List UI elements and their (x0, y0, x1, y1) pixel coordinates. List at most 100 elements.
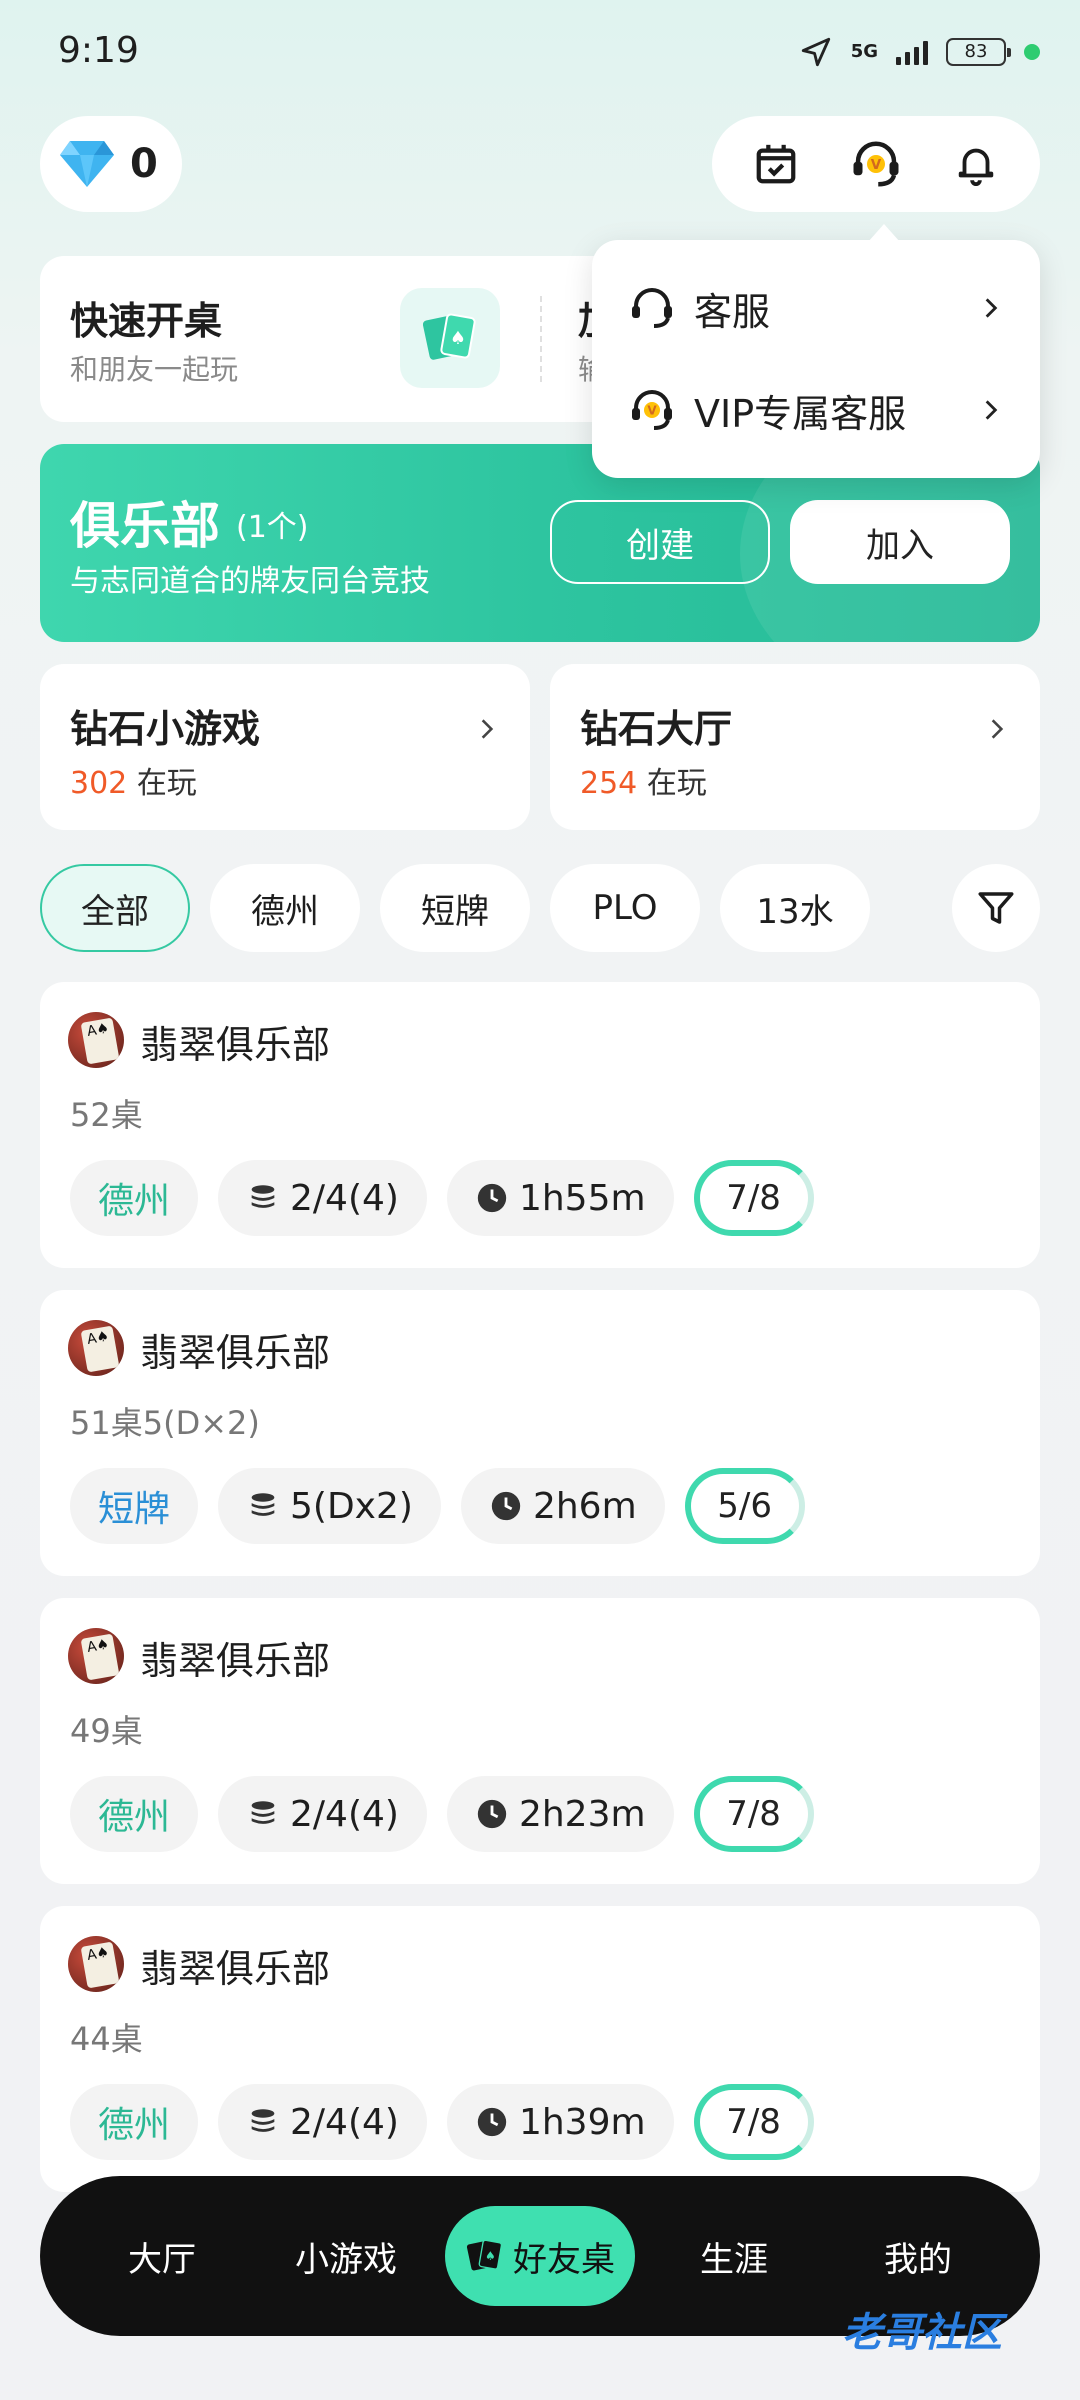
chips-stack-icon (251, 1801, 275, 1824)
table-card[interactable]: 翡翠俱乐部 49桌 德州 2/4(4) 2h23m 7/8 (40, 1598, 1040, 1884)
diamond-lobby-card[interactable]: 钻石大厅 254 在玩 (550, 664, 1040, 830)
quick-create-title[interactable]: 快速开桌 (70, 290, 222, 345)
club-name: 翡翠俱乐部 (140, 1639, 331, 1683)
seats-indicator: 7/8 (693, 1776, 814, 1852)
filter-short-deck[interactable]: 短牌 (380, 864, 530, 952)
calendar-button[interactable] (746, 134, 806, 194)
watermark-logo: 老哥社区 (842, 2310, 1002, 2356)
table-card[interactable]: 翡翠俱乐部 52桌 德州 2/4(4) 1h55m 7/8 (40, 982, 1040, 1268)
svg-text:V: V (647, 404, 657, 418)
vip-service-label: VIP专属客服 (694, 391, 907, 436)
svg-text:V: V (871, 157, 882, 173)
chips-stack-icon (251, 1185, 275, 1208)
game-type-tag: 德州 (70, 1160, 199, 1236)
location-arrow-icon (801, 37, 830, 67)
network-label: 5G (850, 41, 878, 62)
nav-minigames[interactable]: 小游戏 (261, 2232, 431, 2281)
card-players: 302 在玩 (70, 766, 197, 801)
headset-icon (632, 288, 672, 328)
diamond-icon (60, 141, 114, 187)
cards-icon: ♠ (466, 2239, 503, 2271)
table-card[interactable]: 翡翠俱乐部 51桌5(D×2) 短牌 5(Dx2) 2h6m 5/6 (40, 1290, 1040, 1576)
filter-all[interactable]: 全部 (40, 864, 190, 952)
filter-plo[interactable]: PLO (550, 864, 700, 952)
club-avatar (68, 1320, 124, 1376)
chips-stack-icon (251, 1493, 275, 1516)
battery-icon: 83 (946, 38, 1011, 66)
duration-tag: 1h55m (446, 1160, 674, 1236)
club-avatar (68, 1012, 124, 1068)
chevron-right-icon (985, 400, 998, 420)
status-time: 9:19 (58, 30, 139, 71)
chips-stack-icon (251, 2109, 275, 2132)
svg-text:♠: ♠ (450, 328, 466, 349)
game-type-tag: 短牌 (70, 1468, 199, 1544)
customer-service-label: 客服 (694, 289, 771, 334)
table-name: 52桌 (70, 1096, 143, 1134)
filter-button[interactable] (952, 864, 1040, 952)
table-name: 51桌5(D×2) (70, 1404, 260, 1442)
svg-text:♠: ♠ (485, 2249, 496, 2263)
notifications-button[interactable] (946, 134, 1006, 194)
club-name: 翡翠俱乐部 (140, 1331, 331, 1375)
nav-friend-tables[interactable]: ♠ 好友桌 (445, 2206, 635, 2306)
table-tags: 短牌 5(Dx2) 2h6m 5/6 (70, 1468, 805, 1544)
nav-career[interactable]: 生涯 (649, 2232, 819, 2281)
bell-icon (958, 148, 994, 187)
table-tags: 德州 2/4(4) 2h23m 7/8 (70, 1776, 814, 1852)
vip-service-item[interactable]: V VIP专属客服 (592, 360, 1040, 460)
join-club-button[interactable]: 加入 (790, 500, 1010, 584)
club-name: 翡翠俱乐部 (140, 1947, 331, 1991)
diamond-minigames-card[interactable]: 钻石小游戏 302 在玩 (40, 664, 530, 830)
quick-create-subtitle: 和朋友一起玩 (70, 353, 239, 386)
header-actions: V (712, 116, 1040, 212)
headset-vip-icon: V (853, 141, 899, 187)
clock-icon (477, 2107, 507, 2137)
game-type-tag: 德州 (70, 2084, 199, 2160)
duration-tag: 1h39m (446, 2084, 674, 2160)
clock-icon (477, 1183, 507, 1213)
clock-icon (491, 1491, 521, 1521)
signal-bars-icon (896, 39, 928, 65)
duration-tag: 2h6m (460, 1468, 665, 1544)
headset-vip-icon: V (632, 390, 672, 430)
table-name: 44桌 (70, 2020, 143, 2058)
table-card[interactable]: 翡翠俱乐部 44桌 德州 2/4(4) 1h39m 7/8 (40, 1906, 1040, 2192)
blinds-tag: 5(Dx2) (218, 1468, 441, 1544)
table-name: 49桌 (70, 1712, 143, 1750)
card-players: 254 在玩 (580, 766, 707, 801)
card-title: 钻石小游戏 (70, 707, 261, 751)
table-tags: 德州 2/4(4) 1h55m 7/8 (70, 1160, 814, 1236)
status-icons: 5G 83 (799, 30, 1040, 74)
club-title: 俱乐部 (70, 497, 220, 555)
nav-friend-tables-label: 好友桌 (513, 2239, 615, 2280)
game-type-filters: 全部 德州 短牌 PLO 13水 (40, 864, 870, 952)
blinds-tag: 2/4(4) (218, 1160, 427, 1236)
calendar-check-icon (756, 144, 796, 184)
filter-13-water[interactable]: 13水 (720, 864, 870, 952)
club-avatar (68, 1936, 124, 1992)
seats-indicator: 5/6 (684, 1468, 805, 1544)
game-type-tag: 德州 (70, 1776, 199, 1852)
divider (540, 296, 542, 382)
chevron-right-icon (985, 298, 998, 318)
nav-me[interactable]: 我的 (833, 2232, 1003, 2281)
filter-texas[interactable]: 德州 (210, 864, 360, 952)
club-avatar (68, 1628, 124, 1684)
seats-indicator: 7/8 (693, 1160, 814, 1236)
blinds-tag: 2/4(4) (218, 1776, 427, 1852)
chevron-right-icon (481, 719, 494, 739)
card-title: 钻石大厅 (580, 707, 733, 751)
club-subtitle: 与志同道合的牌友同台竞技 (70, 564, 430, 599)
chevron-right-icon (991, 719, 1004, 739)
diamond-count: 0 (130, 141, 158, 187)
diamond-balance[interactable]: 0 (40, 116, 182, 212)
create-club-button[interactable]: 创建 (550, 500, 770, 584)
quick-create-button[interactable]: ♠ (400, 288, 500, 388)
customer-service-item[interactable]: 客服 (592, 258, 1040, 358)
club-count: (1个) (236, 510, 309, 545)
clock-icon (477, 1799, 507, 1829)
nav-lobby[interactable]: 大厅 (77, 2232, 247, 2281)
support-button[interactable]: V (846, 134, 906, 194)
support-dropdown: 客服 V VIP专属客服 (592, 224, 1040, 478)
